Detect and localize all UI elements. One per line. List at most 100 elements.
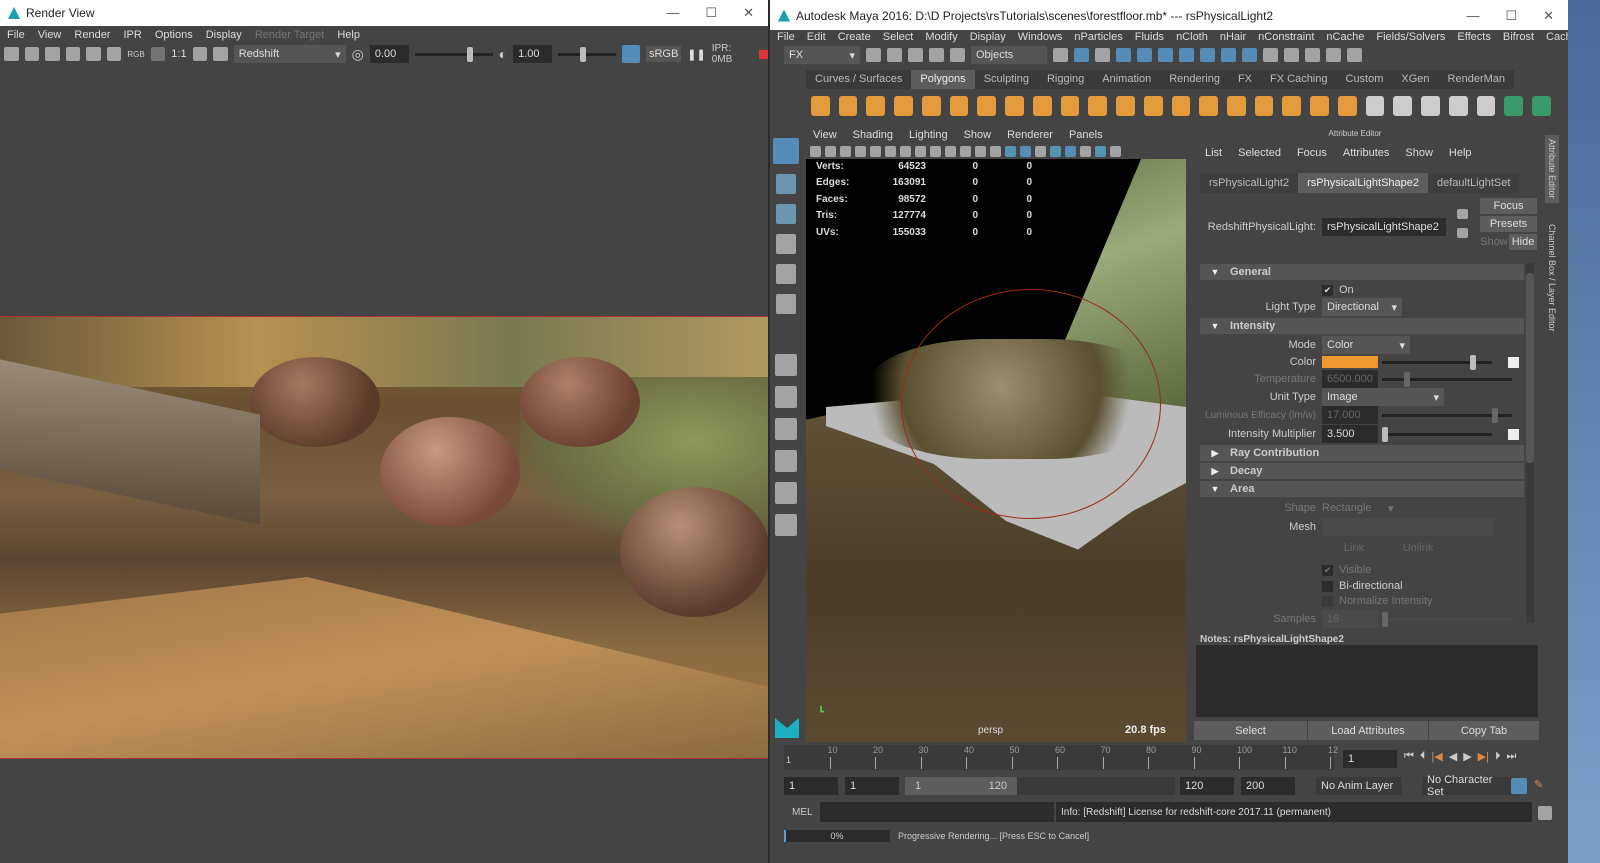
rgb-channel-button[interactable]: RGB	[127, 50, 144, 59]
mesh-field[interactable]	[1322, 518, 1494, 536]
menu-nparticles[interactable]: nParticles	[1074, 31, 1122, 43]
link-button[interactable]: Link	[1322, 542, 1386, 554]
gamma-field[interactable]: 1.00	[513, 45, 553, 63]
menu-windows[interactable]: Windows	[1018, 31, 1063, 43]
ae-menu-show[interactable]: Show	[1405, 147, 1433, 159]
map-button-icon[interactable]	[1508, 428, 1519, 440]
go-to-end-icon[interactable]: ⏭	[1507, 750, 1517, 763]
combine-icon[interactable]	[1032, 96, 1052, 116]
sphere-icon[interactable]	[811, 96, 830, 116]
render-region-icon[interactable]	[24, 47, 40, 61]
viewport-menu-panels[interactable]: Panels	[1069, 129, 1103, 141]
menu-render-target[interactable]: Render Target	[255, 29, 325, 41]
paint-select-icon[interactable]	[776, 204, 796, 224]
temperature-field[interactable]: 6500.000	[1322, 370, 1378, 388]
color-slider[interactable]	[1382, 354, 1492, 370]
redo-render-icon[interactable]	[4, 47, 19, 61]
unlink-button[interactable]: Unlink	[1386, 542, 1450, 554]
use-lights-icon[interactable]	[1080, 145, 1091, 157]
render-settings-icon[interactable]	[106, 47, 122, 61]
layout-icon[interactable]	[775, 482, 797, 504]
range-start-field[interactable]: 1	[784, 777, 838, 795]
ae-menu-attributes[interactable]: Attributes	[1343, 147, 1389, 159]
mode-select[interactable]: Color ▾	[1322, 336, 1410, 354]
light-type-select[interactable]: Directional ▾	[1322, 298, 1402, 316]
maximize-button[interactable]: ☐	[1505, 8, 1517, 24]
visible-checkbox[interactable]: ✔	[1322, 564, 1333, 576]
colorspace-select[interactable]: sRGB	[645, 46, 682, 62]
normalize-checkbox[interactable]	[1322, 595, 1333, 607]
shelf-tab-rendering[interactable]: Rendering	[1160, 70, 1229, 89]
intensity-multiplier-field[interactable]: 3.500	[1322, 425, 1378, 443]
current-frame-field[interactable]: 1	[1343, 750, 1397, 768]
hypershade-icon[interactable]	[1347, 48, 1362, 62]
ae-tab-defaultlightset[interactable]: defaultLightSet	[1428, 173, 1520, 193]
step-forward-icon[interactable]: ⏵	[1495, 750, 1501, 763]
input-connection-icon[interactable]	[1457, 209, 1468, 219]
select-hierarchy-icon[interactable]	[1053, 48, 1068, 62]
new-scene-icon[interactable]	[866, 48, 881, 62]
minimize-button[interactable]: —	[1466, 8, 1479, 24]
pause-ipr-icon[interactable]: ❚❚	[687, 48, 705, 61]
shadows-icon[interactable]	[1050, 145, 1061, 157]
disc-icon[interactable]	[977, 96, 997, 116]
undo-icon[interactable]	[929, 48, 944, 62]
layout-icon[interactable]	[775, 514, 797, 536]
target-weld-icon[interactable]	[1337, 96, 1357, 116]
rotate-tool-icon[interactable]	[776, 264, 796, 284]
grid-icon[interactable]	[900, 145, 911, 157]
menu-file[interactable]: File	[7, 29, 25, 41]
renderer-select[interactable]: Redshift ▾	[233, 45, 346, 63]
fill-hole-icon[interactable]	[1254, 96, 1274, 116]
play-forward-icon[interactable]: ▶	[1463, 750, 1471, 763]
bookmark-icon[interactable]	[840, 145, 851, 157]
camera-attr-icon[interactable]	[825, 145, 836, 157]
map-button-icon[interactable]	[1508, 356, 1519, 368]
snapshot-icon[interactable]	[45, 47, 60, 61]
cube-icon[interactable]	[838, 96, 858, 116]
step-back-key-icon[interactable]: |◀	[1431, 750, 1442, 763]
lights-icon[interactable]	[1035, 145, 1046, 157]
menu-render[interactable]: Render	[74, 29, 110, 41]
move-tool-icon[interactable]	[776, 234, 796, 254]
script-editor-icon[interactable]	[1538, 806, 1552, 820]
menu-view[interactable]: View	[38, 29, 62, 41]
play-backward-icon[interactable]: ◀	[1449, 750, 1457, 763]
film-gate-icon[interactable]	[915, 145, 926, 157]
section-ray-contribution[interactable]: ▶ Ray Contribution	[1200, 445, 1524, 461]
remove-image-icon[interactable]	[213, 47, 228, 61]
ipr-icon[interactable]	[1305, 48, 1320, 62]
smooth-icon[interactable]	[1116, 96, 1135, 116]
on-checkbox[interactable]: ✔	[1322, 284, 1333, 296]
close-button[interactable]: ✕	[743, 5, 754, 21]
menu-create[interactable]: Create	[838, 31, 871, 43]
persp-outliner-icon[interactable]	[775, 418, 797, 440]
four-view-icon[interactable]	[775, 386, 797, 408]
menu-nconstraint[interactable]: nConstraint	[1258, 31, 1314, 43]
real-size-button[interactable]: 1:1	[171, 48, 186, 60]
torus-icon[interactable]	[921, 96, 941, 116]
lasso-tool-icon[interactable]	[776, 174, 796, 194]
menu-bifrost[interactable]: Bifrost	[1503, 31, 1534, 43]
menu-display[interactable]: Display	[206, 29, 242, 41]
redo-icon[interactable]	[950, 48, 965, 62]
shelf-tab-custom[interactable]: Custom	[1337, 70, 1393, 89]
help-icon[interactable]	[1242, 48, 1257, 62]
viewport-menu-lighting[interactable]: Lighting	[909, 129, 948, 141]
wireframe-icon[interactable]	[1005, 145, 1016, 157]
menu-ncloth[interactable]: nCloth	[1176, 31, 1208, 43]
time-slider[interactable]: 1 10 20 30 40 50 60 70 80 90 100 110 12	[784, 745, 1338, 770]
green-icon[interactable]	[1532, 96, 1551, 116]
open-scene-icon[interactable]	[887, 48, 902, 62]
intensity-multiplier-slider[interactable]	[1382, 426, 1492, 442]
shelf-tab-polygons[interactable]: Polygons	[911, 70, 975, 89]
section-general[interactable]: ▼ General	[1200, 264, 1524, 280]
menu-options[interactable]: Options	[155, 29, 193, 41]
image-plane-icon[interactable]	[855, 145, 866, 157]
anim-prefs-icon[interactable]: ✎	[1534, 778, 1543, 791]
luminous-efficacy-field[interactable]: 17.000	[1322, 406, 1378, 424]
render-settings-icon[interactable]	[1326, 48, 1341, 62]
snap-grid-icon[interactable]	[1116, 48, 1131, 62]
snap-view-icon[interactable]	[1179, 48, 1194, 62]
viewport-canvas[interactable]: Verts: 64523 0 0 Edges: 163091 0 0 Faces: 98572 0 0…	[806, 159, 1186, 742]
